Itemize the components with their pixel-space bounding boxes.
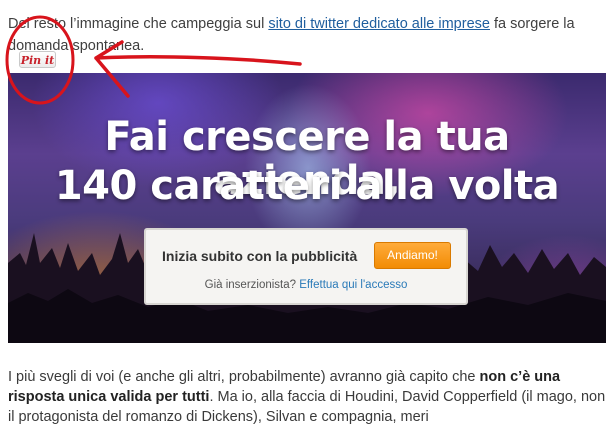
advertising-cta-box: Inizia subito con la pubblicità Andiamo!… bbox=[144, 228, 468, 305]
hero-title-line-2: 140 caratteri alla volta bbox=[54, 163, 560, 209]
cta-text: Inizia subito con la pubblicità bbox=[162, 248, 358, 264]
login-link[interactable]: Effettua qui l'accesso bbox=[299, 279, 407, 291]
andiamo-button[interactable]: Andiamo! bbox=[374, 242, 451, 269]
body-text-part-1: I più svegli di voi (e anche gli altri, … bbox=[8, 369, 480, 385]
twitter-business-link[interactable]: sito di twitter dedicato alle imprese bbox=[268, 16, 490, 32]
body-paragraph: I più svegli di voi (e anche gli altri, … bbox=[8, 367, 608, 427]
intro-text-prefix: Del resto l’immagine che campeggia sul bbox=[8, 16, 269, 32]
hero-banner-image: Fai crescere la tua azienda, 140 caratte… bbox=[8, 73, 606, 343]
pin-it-button[interactable]: Pin it bbox=[19, 51, 56, 68]
intro-paragraph: Del resto l’immagine che campeggia sul s… bbox=[8, 13, 608, 57]
cta-question: Già inserzionista? bbox=[204, 279, 297, 291]
cta-login-line: Già inserzionista? Effettua qui l'access… bbox=[146, 279, 466, 291]
